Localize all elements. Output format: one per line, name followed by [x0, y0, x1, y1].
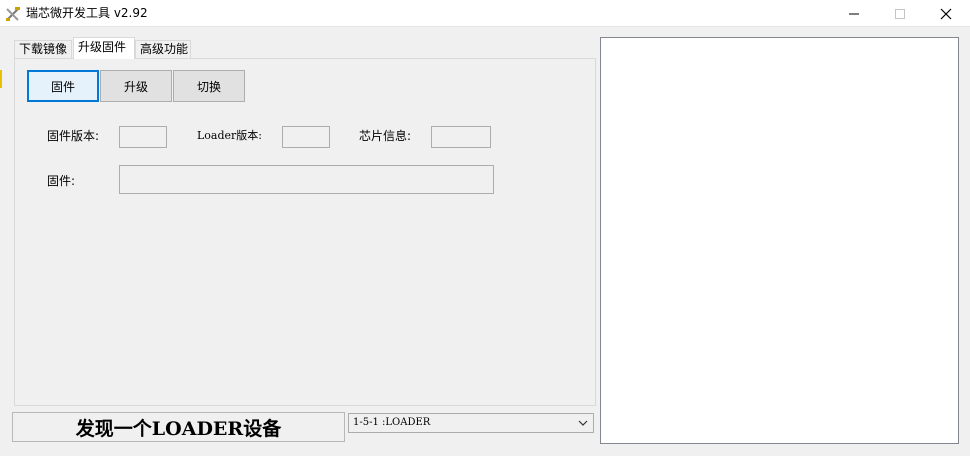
status-text: 发现一个LOADER设备	[12, 412, 345, 442]
firmware-button[interactable]: 固件	[27, 70, 99, 102]
upgrade-button[interactable]: 升级	[100, 70, 172, 102]
switch-button[interactable]: 切换	[173, 70, 245, 102]
firmware-version-field	[119, 126, 167, 148]
tab-advanced[interactable]: 高级功能	[135, 40, 191, 59]
device-select[interactable]: 1-5-1 :LOADER	[348, 413, 594, 433]
tab-download-image[interactable]: 下载镜像	[14, 40, 72, 59]
loader-version-label: Loader版本:	[197, 129, 263, 142]
tools-icon	[6, 7, 20, 21]
minimize-icon	[849, 13, 859, 14]
firmware-path-field[interactable]	[119, 165, 494, 194]
tab-upgrade-firmware[interactable]: 升级固件	[73, 37, 135, 59]
chip-info-field	[431, 126, 491, 148]
firmware-version-label: 固件版本:	[47, 129, 100, 143]
chevron-down-icon	[578, 420, 588, 426]
maximize-button[interactable]	[877, 0, 923, 27]
maximize-icon	[895, 8, 905, 19]
minimize-button[interactable]	[831, 0, 877, 27]
window-title: 瑞芯微开发工具 v2.92	[26, 6, 148, 20]
chip-info-label: 芯片信息:	[359, 129, 412, 143]
firmware-path-label: 固件:	[47, 174, 76, 188]
close-icon	[940, 8, 952, 19]
device-select-value: 1-5-1 :LOADER	[353, 417, 431, 428]
side-marker	[0, 70, 2, 88]
upgrade-firmware-panel: 固件 升级 切换 固件版本: Loader版本: 芯片信息: 固件:	[14, 58, 596, 406]
loader-version-field	[282, 126, 330, 148]
title-bar[interactable]: 瑞芯微开发工具 v2.92	[0, 0, 970, 27]
log-output[interactable]	[600, 37, 959, 444]
close-button[interactable]	[923, 0, 969, 27]
